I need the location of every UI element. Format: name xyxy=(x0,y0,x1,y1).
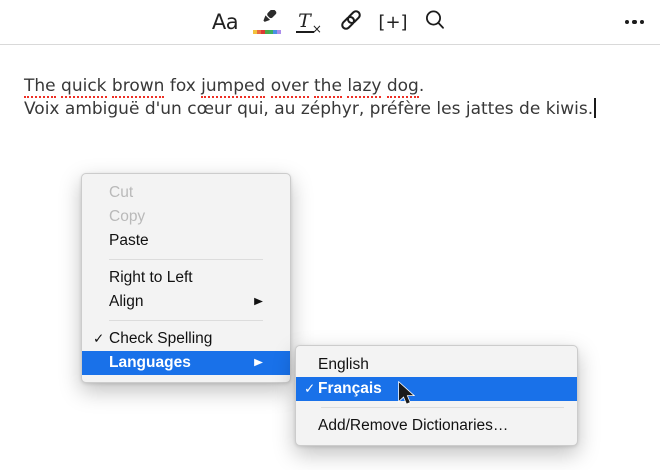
link-button[interactable] xyxy=(334,5,368,39)
french-text: Voix ambiguë d'un cœur qui, au zéphyr, p… xyxy=(24,99,593,119)
menu-item-align[interactable]: Align▶ xyxy=(82,290,290,314)
menu-separator xyxy=(109,320,263,321)
highlighter-icon xyxy=(253,10,281,34)
paragraph-french: Voix ambiguë d'un cœur qui, au zéphyr, p… xyxy=(24,98,636,121)
menu-item-label: Cut xyxy=(109,185,290,201)
checkmark-icon: ✓ xyxy=(296,382,318,396)
word: . xyxy=(419,76,424,96)
menu-item-copy: Copy xyxy=(82,205,290,229)
typography-button[interactable]: Aa xyxy=(208,5,242,39)
clear-formatting-button[interactable]: T× xyxy=(292,5,326,39)
misspelled-word: jumped xyxy=(201,76,265,98)
search-icon xyxy=(423,8,447,36)
menu-item-cut: Cut xyxy=(82,181,290,205)
more-dot xyxy=(632,20,637,25)
misspelled-word: the xyxy=(314,76,342,98)
languages-submenu: English✓FrançaisAdd/Remove Dictionaries… xyxy=(295,345,578,446)
misspelled-word: over xyxy=(271,76,309,98)
toolbar: Aa T× [+] xyxy=(0,0,660,45)
menu-separator xyxy=(321,407,564,408)
context-menu: Cut Copy Paste Right to Left Align▶ ✓Check Sp… xyxy=(81,173,291,383)
submenu-arrow-icon: ▶ xyxy=(254,358,263,368)
paragraph-english: The quick brown fox jumped over the lazy… xyxy=(24,75,636,98)
menu-item-label: English xyxy=(318,357,577,373)
menu-item-label: Français xyxy=(318,381,577,397)
menu-item-label: Paste xyxy=(109,233,290,249)
menu-item-label: Check Spelling xyxy=(109,331,290,347)
checkmark-icon: ✓ xyxy=(82,332,109,346)
misspelled-word: The xyxy=(24,76,56,98)
menu-item-languages[interactable]: Languages▶ xyxy=(82,351,290,375)
menu-item-english[interactable]: English xyxy=(296,353,577,377)
insert-button[interactable]: [+] xyxy=(376,5,410,39)
submenu-arrow-icon: ▶ xyxy=(254,297,263,307)
highlighter-color-stripe xyxy=(253,30,281,34)
menu-item-right-to-left[interactable]: Right to Left xyxy=(82,266,290,290)
search-button[interactable] xyxy=(418,5,452,39)
marker-color-swatch xyxy=(277,30,281,34)
clear-formatting-icon: T× xyxy=(296,12,322,33)
more-dot xyxy=(625,20,630,25)
highlighter-button[interactable] xyxy=(250,5,284,39)
misspelled-word: lazy xyxy=(347,76,381,98)
menu-item-add-remove-dictionaries[interactable]: Add/Remove Dictionaries… xyxy=(296,414,577,438)
text-caret xyxy=(594,98,596,118)
mouse-cursor-icon xyxy=(396,381,415,411)
menu-item-check-spelling[interactable]: ✓Check Spelling xyxy=(82,327,290,351)
word: fox xyxy=(170,76,196,96)
more-options-button[interactable] xyxy=(625,5,645,39)
misspelled-word: quick xyxy=(61,76,106,98)
menu-item-label: Add/Remove Dictionaries… xyxy=(318,418,577,434)
editor-area[interactable]: The quick brown fox jumped over the lazy… xyxy=(0,45,660,121)
menu-separator xyxy=(109,259,263,260)
more-dot xyxy=(640,20,645,25)
misspelled-word: brown xyxy=(112,76,165,98)
menu-item-francais[interactable]: ✓Français xyxy=(296,377,577,401)
menu-item-paste[interactable]: Paste xyxy=(82,229,290,253)
link-icon xyxy=(338,7,364,37)
menu-item-label: Right to Left xyxy=(109,270,290,286)
misspelled-word: dog xyxy=(387,76,419,98)
menu-item-label: Copy xyxy=(109,209,290,225)
